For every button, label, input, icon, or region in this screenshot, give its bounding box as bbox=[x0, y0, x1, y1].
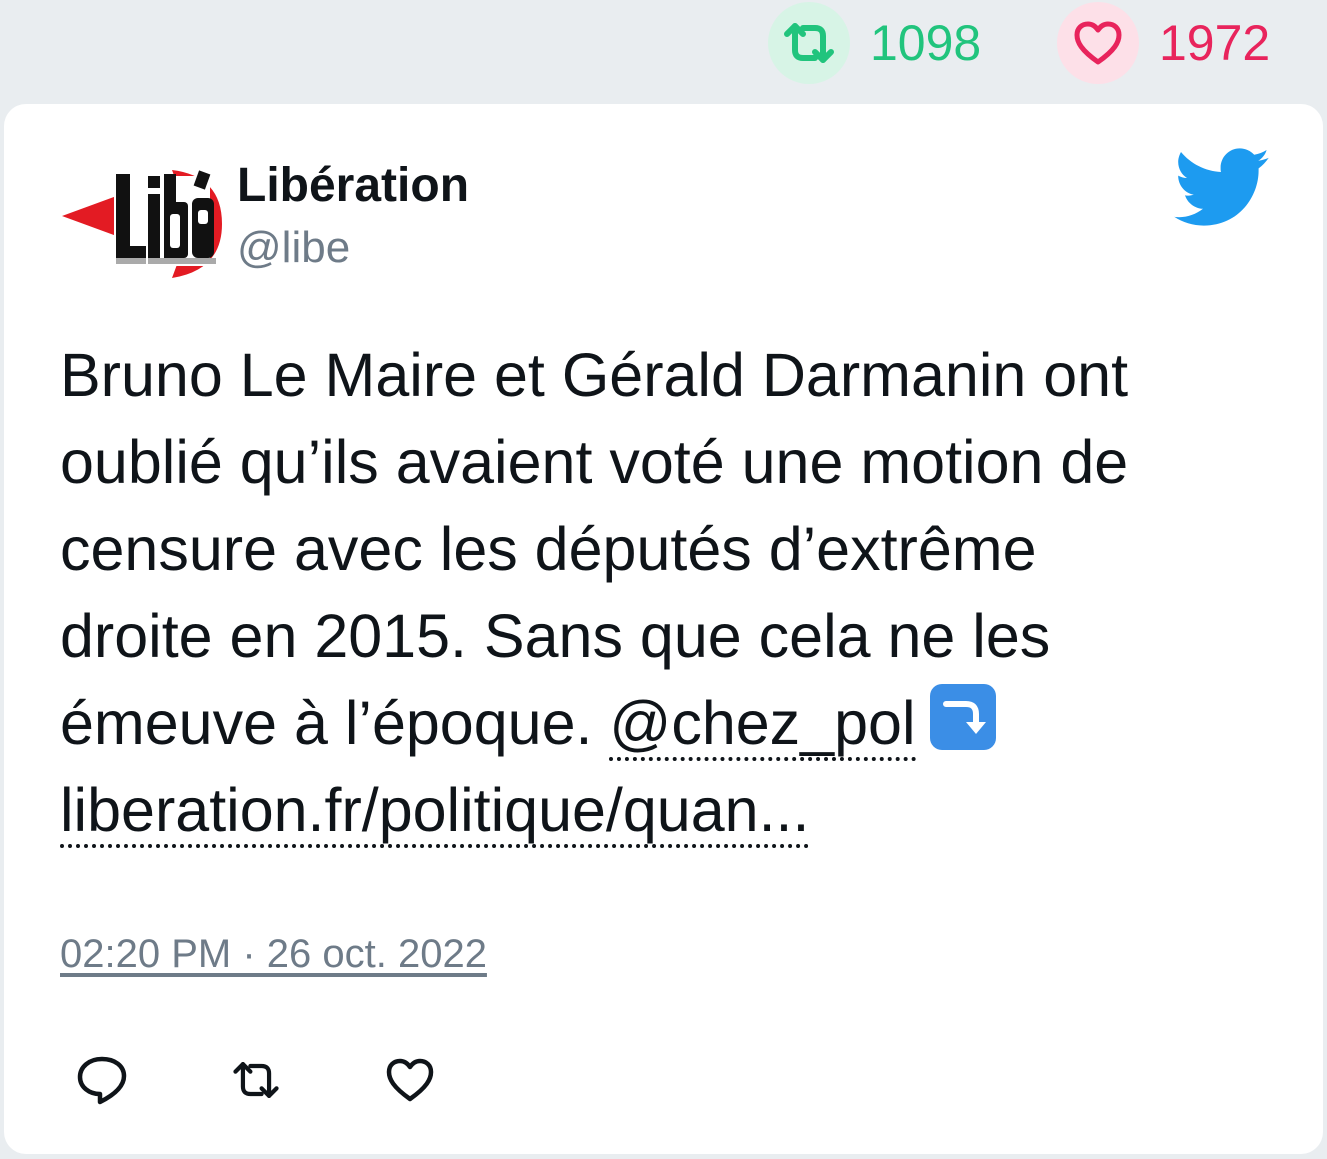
reply-icon[interactable] bbox=[74, 1052, 130, 1108]
tweet-text-line: droite en 2015. Sans que cela ne les bbox=[60, 602, 1051, 670]
heart-icon bbox=[1057, 2, 1139, 84]
author-name[interactable]: Libération bbox=[237, 159, 469, 213]
twitter-bird-icon[interactable] bbox=[1174, 148, 1272, 228]
tweet-timestamp[interactable]: 02:20 PM · 26 oct. 2022 bbox=[60, 932, 487, 977]
tweet-actions bbox=[74, 1052, 536, 1108]
tweet-card: Libération @libe Bruno Le Maire et Géral… bbox=[4, 104, 1323, 1154]
avatar[interactable] bbox=[62, 166, 222, 282]
author-handle[interactable]: @libe bbox=[237, 223, 350, 272]
tweet-text-line: censure avec les députés d’extrême bbox=[60, 515, 1037, 583]
engagement-stats: 1098 1972 bbox=[0, 0, 1327, 100]
tweet-text-line: émeuve à l’époque. bbox=[60, 689, 610, 757]
libe-logo-icon bbox=[62, 170, 222, 278]
article-link[interactable]: liberation.fr/politique/quan... bbox=[60, 776, 810, 848]
right-arrow-curving-down-icon bbox=[929, 684, 996, 750]
like-stat[interactable]: 1972 bbox=[1057, 2, 1270, 84]
retweet-count: 1098 bbox=[870, 15, 982, 71]
retweet-stat[interactable]: 1098 bbox=[768, 2, 981, 84]
retweet-icon bbox=[768, 2, 850, 84]
mention-link[interactable]: @chez_pol bbox=[609, 689, 916, 761]
like-icon[interactable] bbox=[382, 1052, 438, 1108]
article-link-line: liberation.fr/politique/quan... bbox=[60, 767, 1270, 854]
tweet-text: Bruno Le Maire et Gérald Darmanin ont ou… bbox=[60, 332, 1270, 854]
tweet-text-line: oublié qu’ils avaient voté une motion de bbox=[60, 428, 1129, 496]
retweet-icon[interactable] bbox=[228, 1052, 284, 1108]
tweet-text-line-with-mention: émeuve à l’époque. @chez_pol bbox=[60, 680, 1270, 767]
tweet-text-line: Bruno Le Maire et Gérald Darmanin ont bbox=[60, 341, 1129, 409]
like-count: 1972 bbox=[1159, 15, 1271, 71]
